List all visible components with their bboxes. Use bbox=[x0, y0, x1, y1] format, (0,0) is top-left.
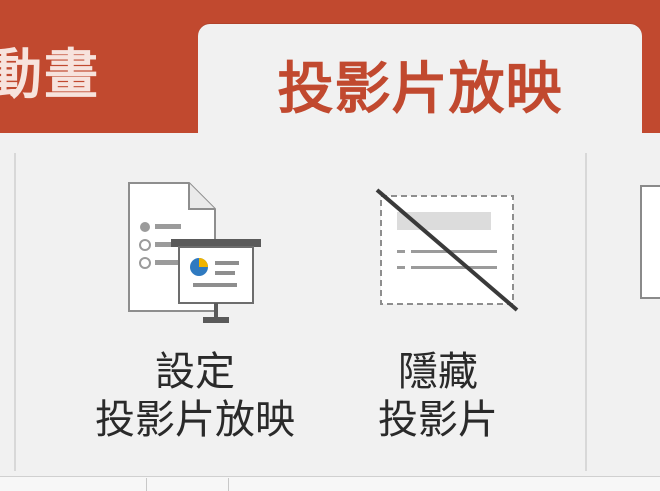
ribbon-separator bbox=[14, 153, 16, 471]
bottom-divider bbox=[146, 478, 147, 491]
hide-slide-button[interactable]: 隱藏 投影片 bbox=[355, 163, 525, 463]
tab-slideshow[interactable]: 投影片放映 bbox=[198, 24, 642, 138]
ribbon-panel: 設定 投影片放映 隱藏 投影片 bbox=[0, 133, 660, 491]
setup-slideshow-label: 設定 投影片放映 bbox=[55, 348, 335, 444]
hide-slide-label-line2: 投影片 bbox=[378, 397, 498, 443]
setup-slideshow-icon bbox=[123, 179, 268, 329]
ribbon-tab-bar: 動畫 投影片放映 bbox=[0, 0, 660, 138]
bottom-divider bbox=[228, 478, 229, 491]
tab-animations-label: 動畫 bbox=[0, 43, 100, 106]
setup-slideshow-label-line2: 投影片放映 bbox=[95, 397, 295, 443]
hide-slide-label-line1: 隱藏 bbox=[398, 349, 478, 395]
tab-animations[interactable]: 動畫 bbox=[0, 30, 138, 120]
hide-slide-icon bbox=[375, 188, 525, 318]
setup-slideshow-button[interactable]: 設定 投影片放映 bbox=[55, 163, 335, 463]
partial-next-button-icon[interactable] bbox=[640, 185, 660, 299]
tab-slideshow-label: 投影片放映 bbox=[277, 57, 563, 122]
hide-slide-label: 隱藏 投影片 bbox=[353, 348, 523, 444]
ribbon-separator bbox=[585, 153, 587, 471]
setup-slideshow-label-line1: 設定 bbox=[155, 349, 235, 395]
powerpoint-ribbon: 動畫 投影片放映 設定 投影片放映 隱藏 投影片 bbox=[0, 0, 660, 491]
bottom-strip bbox=[0, 476, 660, 491]
